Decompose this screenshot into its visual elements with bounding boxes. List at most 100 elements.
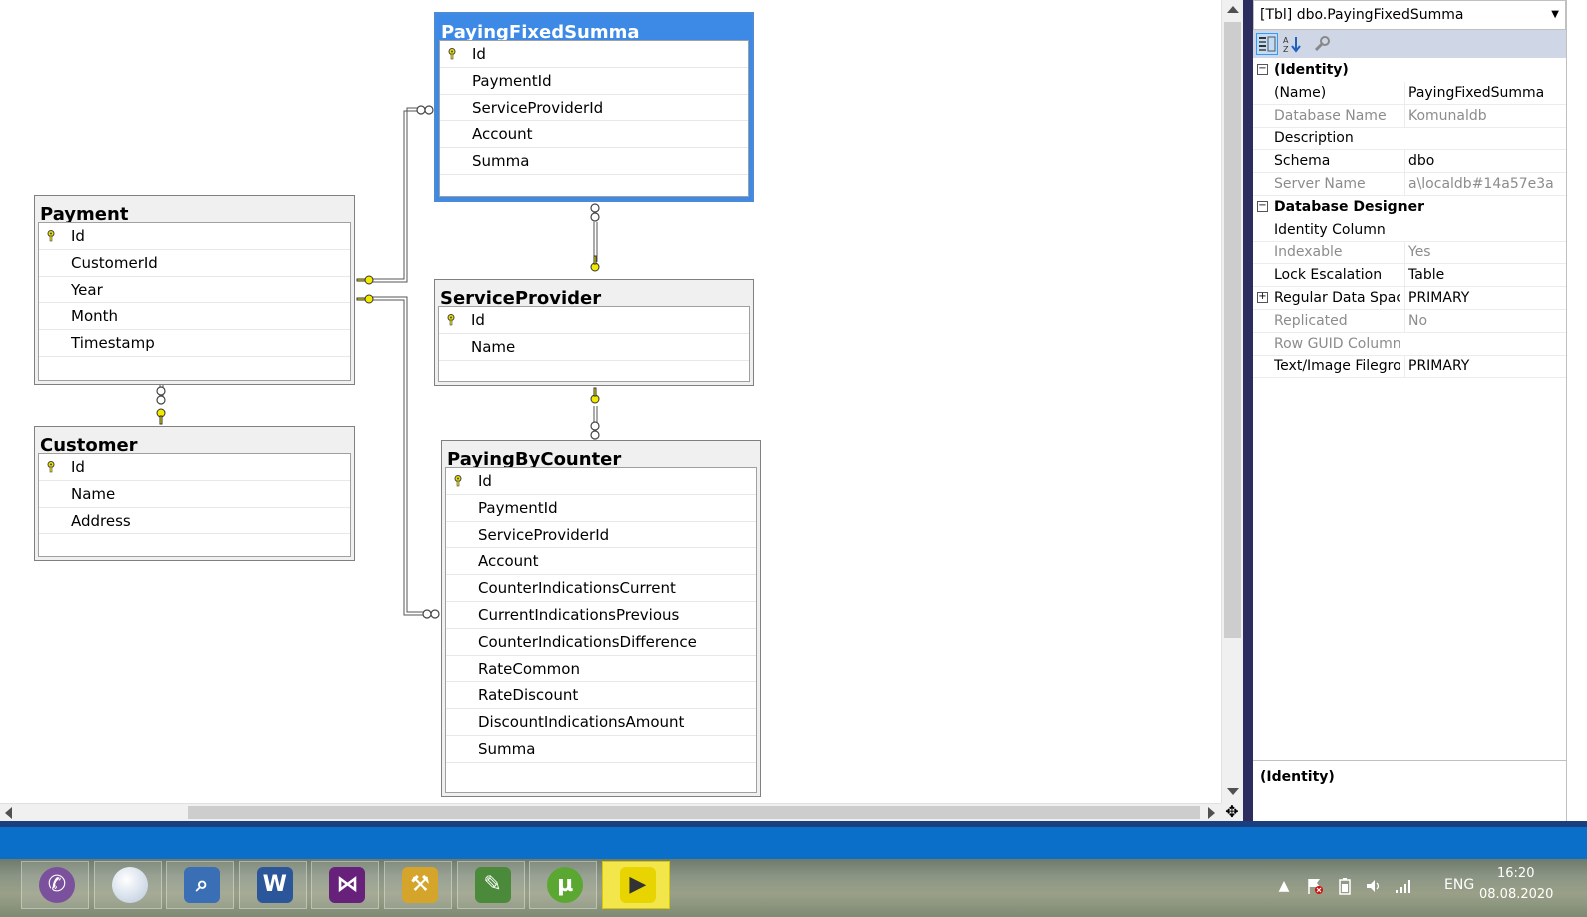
action-center-flag-icon[interactable] <box>1306 877 1324 895</box>
property-value[interactable]: a\localdb#14a57e3a <box>1404 173 1564 195</box>
column-row[interactable]: Id <box>440 41 748 68</box>
collapse-icon[interactable]: − <box>1257 64 1268 75</box>
property-value[interactable]: Yes <box>1404 241 1564 264</box>
battery-icon[interactable] <box>1336 877 1354 895</box>
table-customer[interactable]: Customer Id Name Address <box>34 426 355 561</box>
property-row[interactable]: Lock Escalation Table <box>1253 264 1566 288</box>
property-value[interactable]: Table <box>1404 264 1564 287</box>
relationship-serviceprovider-payingbycounter[interactable] <box>593 406 598 424</box>
column-row[interactable]: CustomerId <box>39 250 350 277</box>
relationship-payment-payingbycounter[interactable] <box>370 296 424 616</box>
column-name: Id <box>71 458 85 476</box>
collapse-icon[interactable]: − <box>1257 200 1268 212</box>
column-row[interactable]: Summa <box>446 736 756 763</box>
column-name: CustomerId <box>71 253 158 272</box>
network-signal-icon[interactable] <box>1394 877 1412 895</box>
taskbar-app-button[interactable]: ⚒ <box>384 861 452 909</box>
taskbar-app-button[interactable]: ✆ <box>21 861 89 909</box>
svg-text:A: A <box>1283 36 1289 45</box>
taskbar-app-button[interactable]: ✎ <box>456 861 525 909</box>
taskbar-app-button[interactable] <box>93 861 162 909</box>
language-indicator[interactable]: ENG <box>1444 877 1474 893</box>
column-row[interactable]: Account <box>446 548 756 576</box>
column-row[interactable]: CurrentIndicationsPrevious <box>446 602 756 629</box>
property-value[interactable]: PRIMARY <box>1404 355 1564 378</box>
property-row[interactable]: + Regular Data Space PRIMARY <box>1253 287 1566 310</box>
column-row[interactable]: Address <box>39 508 350 535</box>
column-row[interactable]: RateCommon <box>446 656 756 683</box>
column-row[interactable]: ServiceProviderId <box>446 522 756 549</box>
property-name: Identity Column <box>1274 221 1386 238</box>
property-value[interactable]: No <box>1404 309 1564 332</box>
column-row[interactable]: CounterIndicationsDifference <box>446 629 756 656</box>
dropdown-arrow-icon[interactable]: ▼ <box>1551 1 1559 29</box>
column-row[interactable]: RateDiscount <box>446 682 756 710</box>
column-row[interactable]: ServiceProviderId <box>440 95 748 122</box>
column-row[interactable]: Name <box>439 334 749 361</box>
scroll-right-icon[interactable] <box>1208 807 1215 819</box>
column-row[interactable]: Name <box>39 481 350 508</box>
column-row[interactable]: DiscountIndicationsAmount <box>446 709 756 736</box>
vertical-scrollbar[interactable] <box>1221 0 1243 803</box>
taskbar-app-button[interactable]: µ <box>529 861 598 909</box>
property-name: Row GUID Column <box>1274 335 1400 352</box>
property-row[interactable]: Schema dbo <box>1253 150 1566 174</box>
scroll-left-icon[interactable] <box>5 807 12 819</box>
primary-key-icon <box>47 461 55 473</box>
column-row[interactable]: Id <box>39 454 350 481</box>
property-row[interactable]: (Name) PayingFixedSumma <box>1253 81 1566 105</box>
column-row[interactable]: Id <box>39 223 350 250</box>
column-row[interactable]: CounterIndicationsCurrent <box>446 575 756 602</box>
taskbar-app-button[interactable]: ▶ <box>601 861 670 909</box>
column-row[interactable]: Year <box>39 277 350 304</box>
object-selector[interactable]: [Tbl] dbo.PayingFixedSumma ▼ <box>1253 0 1566 30</box>
column-row[interactable]: Id <box>439 307 749 334</box>
property-row[interactable]: Identity Column <box>1253 219 1566 242</box>
column-row[interactable]: Timestamp <box>39 330 350 357</box>
taskbar-app-button[interactable]: ⌕ <box>166 861 235 909</box>
property-row[interactable]: Replicated No <box>1253 309 1566 333</box>
scroll-down-icon[interactable] <box>1227 788 1239 795</box>
property-row[interactable]: Text/Image FilegroupPRIMARY <box>1253 355 1566 379</box>
property-value[interactable]: PRIMARY <box>1404 287 1564 309</box>
table-payingbycounter[interactable]: PayingByCounter Id PaymentId ServiceProvid… <box>441 440 761 797</box>
property-value[interactable]: Komunaldb <box>1404 104 1564 127</box>
pan-move-icon[interactable]: ✥ <box>1221 803 1243 821</box>
table-serviceprovider[interactable]: ServiceProvider Id Name <box>434 279 754 386</box>
diagram-canvas[interactable]: PayingFixedSumma Id PaymentId ServiceProvi… <box>0 0 1221 803</box>
column-row[interactable]: Summa <box>440 148 748 175</box>
property-pages-icon[interactable] <box>1311 33 1333 55</box>
volume-icon[interactable] <box>1365 877 1383 895</box>
horizontal-scrollbar[interactable] <box>0 803 1221 821</box>
property-value[interactable]: PayingFixedSumma <box>1404 81 1564 104</box>
property-category[interactable]: − Database Designer <box>1253 195 1566 219</box>
property-row[interactable]: Database Name Komunaldb <box>1253 104 1566 128</box>
taskbar-app-button[interactable]: ⋈ <box>311 861 380 909</box>
column-row[interactable]: Account <box>440 121 748 149</box>
clock-time[interactable]: 16:20 <box>1497 866 1534 881</box>
column-row[interactable]: PaymentId <box>446 495 756 522</box>
categorized-icon[interactable] <box>1256 33 1278 55</box>
viber-icon: ✆ <box>39 867 75 903</box>
vertical-scroll-thumb[interactable] <box>1224 22 1241 638</box>
table-payment[interactable]: Payment Id CustomerId Year Month Timestamp <box>34 195 355 385</box>
horizontal-scroll-thumb[interactable] <box>188 806 1200 819</box>
expand-icon[interactable]: + <box>1257 292 1268 303</box>
panel-splitter[interactable] <box>1243 0 1253 821</box>
property-row[interactable]: Row GUID Column <box>1253 333 1566 356</box>
column-row[interactable]: Id <box>446 468 756 495</box>
property-row[interactable]: Description <box>1253 127 1566 151</box>
scroll-up-icon[interactable] <box>1227 6 1239 13</box>
property-row[interactable]: Indexable Yes <box>1253 241 1566 265</box>
column-row[interactable]: Month <box>39 303 350 331</box>
property-row[interactable]: Server Name a\localdb#14a57e3a <box>1253 173 1566 196</box>
taskbar-app-button[interactable]: W <box>238 861 307 909</box>
table-payingfixedsumma[interactable]: PayingFixedSumma Id PaymentId ServiceProvi… <box>434 12 754 202</box>
relationship-payment-payingfixedsumma[interactable] <box>370 107 418 283</box>
column-row[interactable]: PaymentId <box>440 68 748 95</box>
property-value[interactable]: dbo <box>1404 150 1564 173</box>
clock-date[interactable]: 08.08.2020 <box>1479 887 1553 902</box>
alphabetical-icon[interactable]: AZ <box>1281 33 1303 55</box>
show-hidden-icons-icon[interactable]: ▲ <box>1275 877 1293 895</box>
property-category[interactable]: − (Identity) <box>1253 59 1566 82</box>
